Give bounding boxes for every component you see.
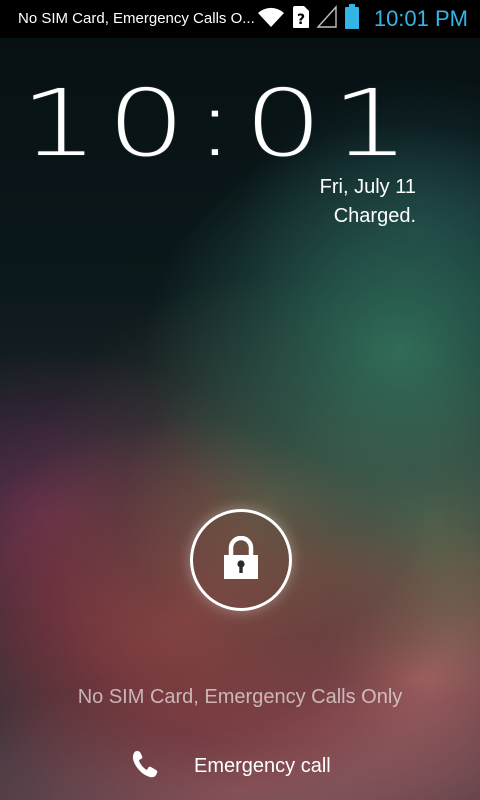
date-text: Fri, July 11 <box>319 176 416 198</box>
unlock-handle[interactable] <box>190 509 292 611</box>
padlock-icon <box>222 535 260 584</box>
clock: 10:01 <box>20 78 418 170</box>
wifi-icon <box>256 5 286 33</box>
charge-status-text: Charged. <box>333 205 416 227</box>
clock-time: 10:01 <box>19 70 418 177</box>
svg-text:?: ? <box>297 12 305 28</box>
carrier-message: No SIM Card, Emergency Calls Only <box>77 686 403 708</box>
phone-icon <box>130 749 160 783</box>
battery-icon <box>344 4 360 34</box>
lock-screen: No SIM Card, Emergency Calls O... ? 10:0… <box>0 0 480 800</box>
emergency-call-label: Emergency call <box>194 754 331 777</box>
signal-icon <box>316 5 338 33</box>
status-clock: 10:01 PM <box>373 6 468 31</box>
status-carrier-text: No SIM Card, Emergency Calls O... <box>18 10 255 27</box>
emergency-call-button[interactable]: Emergency call <box>130 746 331 786</box>
status-icons: ? <box>256 4 366 34</box>
status-bar[interactable]: No SIM Card, Emergency Calls O... ? 10:0… <box>0 0 480 38</box>
no-sim-icon: ? <box>292 5 310 33</box>
